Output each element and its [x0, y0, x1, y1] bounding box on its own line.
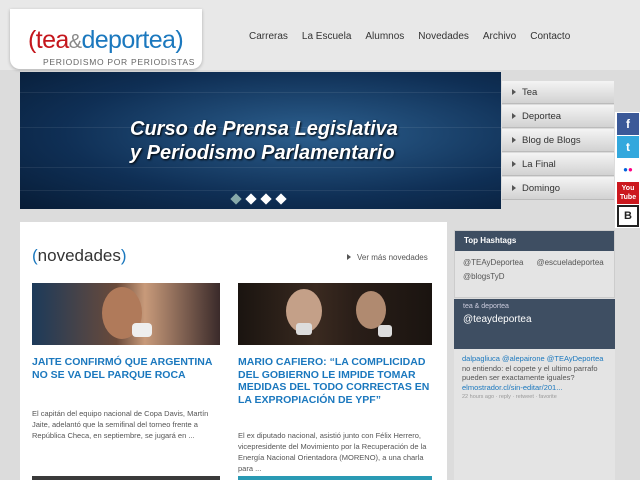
ver-mas-label: Ver más novedades — [357, 253, 428, 262]
nav-archivo[interactable]: Archivo — [483, 31, 516, 42]
nav-carreras[interactable]: Carreras — [249, 31, 288, 42]
youtube-icon[interactable]: You Tube — [617, 182, 639, 204]
article-3-photo[interactable] — [32, 476, 220, 480]
side-tab-label: Domingo — [522, 183, 561, 194]
side-tab-la-final[interactable]: La Final — [502, 153, 614, 176]
side-tab-tea[interactable]: Tea — [502, 81, 614, 104]
tweet-user[interactable]: dalpagliuca — [462, 354, 500, 363]
slider-dot-3[interactable] — [260, 193, 272, 205]
logo-tagline: PERIODISMO POR PERIODISTAS — [43, 57, 196, 67]
top-bar: (tea&deportea) PERIODISMO POR PERIODISTA… — [0, 0, 640, 70]
hashtag-link[interactable]: @blogsTyD — [463, 272, 504, 281]
side-tab-label: Blog de Blogs — [522, 135, 581, 146]
title-bracket-close: ) — [120, 246, 127, 265]
title-text: novedades — [37, 246, 121, 265]
arrow-right-icon — [512, 137, 516, 143]
slider-dots — [230, 193, 287, 205]
side-tab-domingo[interactable]: Domingo — [502, 177, 614, 200]
logo-box[interactable]: (tea&deportea) PERIODISMO POR PERIODISTA… — [10, 9, 202, 69]
tweet-meta: 22 hours ago · reply · retweet · favorit… — [462, 394, 557, 400]
article-1-photo[interactable] — [32, 283, 220, 345]
side-tab-label: La Final — [522, 159, 556, 170]
arrow-right-icon — [512, 161, 516, 167]
logo-tea: tea — [35, 26, 70, 54]
nav-novedades[interactable]: Novedades — [418, 31, 469, 42]
tweet-mention[interactable]: @alepairone — [502, 354, 545, 363]
side-tab-deportea[interactable]: Deportea — [502, 105, 614, 128]
hashtags-list: @TEAyDeportea @escueladeportea @blogsTyD — [455, 251, 614, 289]
tweet-text: no entiendo: el copete y el ultimo parra… — [462, 363, 598, 383]
tweet-mention[interactable]: @TEAyDeportea — [547, 354, 604, 363]
section-title: (novedades) — [32, 246, 127, 266]
side-tabs: Tea Deportea Blog de Blogs La Final Domi… — [502, 81, 614, 201]
arrow-right-icon — [512, 89, 516, 95]
article-1-title[interactable]: JAITE CONFIRMÓ QUE ARGENTINA NO SE VA DE… — [32, 356, 224, 381]
hashtags-header: Top Hashtags — [455, 231, 614, 251]
blogger-icon[interactable]: B — [617, 205, 639, 227]
logo-amp: & — [68, 31, 82, 53]
arrow-right-icon — [512, 185, 516, 191]
hero-slider[interactable]: Curso de Prensa Legislativa y Periodismo… — [20, 72, 501, 209]
side-tab-blog-de-blogs[interactable]: Blog de Blogs — [502, 129, 614, 152]
hashtag-link[interactable]: @escueladeportea — [536, 258, 603, 267]
tweet: dalpagliuca @alepairone @TEAyDeportea no… — [454, 349, 615, 408]
logo-bracket-open: ( — [28, 26, 36, 54]
novedades-section: (novedades) Ver más novedades JAITE CONF… — [20, 222, 447, 480]
hero-line-1: Curso de Prensa Legislativa — [130, 118, 398, 140]
ver-mas-link[interactable]: Ver más novedades — [347, 253, 428, 262]
article-1-excerpt: El capitán del equipo nacional de Copa D… — [32, 409, 209, 440]
social-bar: f t ●● You Tube B — [615, 112, 640, 228]
right-sidebar: Top Hashtags @TEAyDeportea @escueladeport… — [454, 222, 615, 480]
main-nav: Carreras La Escuela Alumnos Novedades Ar… — [249, 31, 584, 42]
side-tab-label: Tea — [522, 87, 538, 98]
logo-bracket-close: ) — [175, 26, 184, 54]
facebook-icon[interactable]: f — [617, 113, 639, 135]
twitter-header: tea & deportea @teaydeportea — [454, 299, 615, 349]
arrow-right-icon — [512, 113, 516, 119]
article-2-photo[interactable] — [238, 283, 432, 345]
article-2-title[interactable]: MARIO CAFIERO: “LA COMPLICIDAD DEL GOBIE… — [238, 356, 432, 406]
arrow-right-icon — [347, 254, 351, 260]
twitter-account-name: tea & deportea — [463, 303, 509, 310]
hashtag-link[interactable]: @TEAyDeportea — [463, 258, 523, 267]
slider-dot-1[interactable] — [230, 193, 242, 205]
hero-line-2: y Periodismo Parlamentario — [130, 142, 395, 164]
side-tab-label: Deportea — [522, 111, 562, 122]
hero-title: Curso de Prensa Legislativa y Periodismo… — [130, 117, 398, 165]
slider-dot-2[interactable] — [245, 193, 257, 205]
slider-dot-4[interactable] — [275, 193, 287, 205]
site-logo[interactable]: (tea&deportea) — [28, 26, 184, 54]
tweet-link[interactable]: elmostrador.cl/sin-editar/201... — [462, 383, 562, 392]
logo-deportea: deportea — [81, 26, 176, 54]
hashtags-widget: Top Hashtags @TEAyDeportea @escueladeport… — [454, 230, 615, 298]
twitter-widget: tea & deportea @teaydeportea dalpagliuca… — [454, 299, 615, 480]
twitter-icon[interactable]: t — [617, 136, 639, 158]
flickr-icon[interactable]: ●● — [617, 159, 639, 181]
nav-alumnos[interactable]: Alumnos — [365, 31, 404, 42]
twitter-handle[interactable]: @teaydeportea — [463, 314, 615, 325]
nav-la-escuela[interactable]: La Escuela — [302, 31, 351, 42]
article-2-excerpt: El ex diputado nacional, asistió junto c… — [238, 431, 427, 473]
nav-contacto[interactable]: Contacto — [530, 31, 570, 42]
article-4-photo[interactable] — [238, 476, 432, 480]
